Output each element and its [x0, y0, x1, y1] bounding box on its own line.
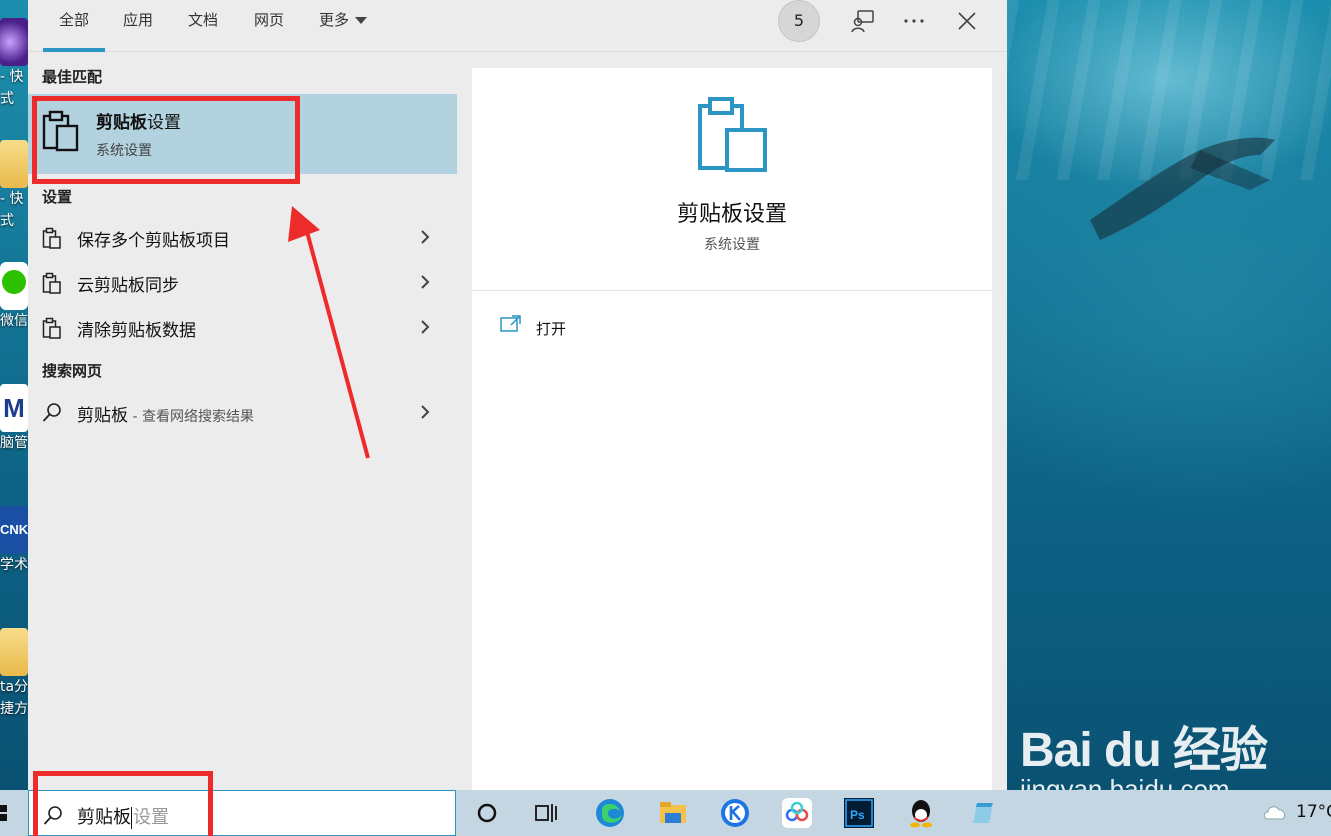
desktop-shortcut-label: 脑管	[0, 435, 28, 451]
notepad-icon[interactable]	[967, 797, 999, 829]
result-item-cloud-sync[interactable]: 云剪贴板同步	[28, 260, 457, 304]
desktop-shortcut-label: - 快	[0, 191, 24, 207]
clipboard-icon	[42, 272, 61, 294]
tab-label: 更多	[319, 11, 350, 29]
wechat-icon	[0, 262, 28, 310]
search-tabs: 全部 应用 文档 网页 更多 5	[28, 0, 1007, 52]
task-view-icon[interactable]	[530, 797, 562, 829]
desktop-shortcut-1[interactable]: - 快 式	[0, 18, 28, 110]
preview-subtitle: 系统设置	[704, 237, 760, 253]
desktop-shortcut-label: 学术	[0, 557, 28, 573]
result-label: 剪贴板 - 查看网络搜索结果	[77, 406, 254, 426]
qq-icon[interactable]	[905, 797, 937, 829]
clipboard-icon	[42, 227, 61, 249]
app-icon	[0, 18, 28, 66]
chevron-right-icon	[421, 405, 430, 419]
k-app-icon[interactable]	[719, 797, 751, 829]
chevron-down-icon	[355, 17, 368, 24]
desktop-shortcut-label: - 快	[0, 69, 24, 85]
tab-all[interactable]: 全部	[43, 0, 105, 52]
feedback-icon[interactable]	[850, 8, 876, 34]
open-action[interactable]: 打开	[536, 318, 566, 339]
more-options-icon[interactable]	[901, 8, 927, 34]
desktop-shortcut-6[interactable]: ta分 捷方	[0, 628, 28, 720]
tab-label: 网页	[254, 11, 285, 29]
desktop-shortcut-label: 式	[0, 91, 14, 107]
preview-title: 剪贴板设置	[676, 202, 787, 227]
tab-label: 文档	[188, 11, 219, 29]
tab-label: 全部	[59, 11, 90, 29]
cortana-icon[interactable]	[471, 797, 503, 829]
annotation-box-search	[33, 771, 213, 836]
tab-web[interactable]: 网页	[254, 0, 284, 52]
weather-temperature[interactable]: 17°C	[1296, 802, 1331, 822]
desktop-shortcut-label: 微信	[0, 313, 28, 329]
result-label: 云剪贴板同步	[77, 276, 179, 296]
tab-documents[interactable]: 文档	[188, 0, 218, 52]
settings-heading: 设置	[42, 188, 73, 206]
desktop-shortcut-2[interactable]: - 快 式	[0, 140, 28, 232]
tab-more[interactable]: 更多	[319, 0, 368, 52]
open-icon	[500, 315, 521, 332]
desktop-shortcut-label: ta分	[0, 679, 28, 695]
result-label: 保存多个剪贴板项目	[77, 231, 230, 251]
cloud-weather-icon[interactable]	[1262, 801, 1288, 823]
result-label: 清除剪贴板数据	[77, 321, 196, 341]
svg-text:Ps: Ps	[850, 808, 865, 822]
badge-count: 5	[793, 11, 805, 30]
desktop-icons: - 快 式 - 快 式 微信 M 脑管 CNK 学术 ta分 捷方	[0, 0, 28, 790]
rewards-badge[interactable]: 5	[778, 0, 820, 42]
wallpaper-diver	[1090, 137, 1275, 240]
tab-label: 应用	[123, 11, 154, 29]
desktop-shortcut-4[interactable]: M 脑管	[0, 384, 28, 454]
close-icon[interactable]	[954, 8, 980, 34]
desktop-shortcut-label: 捷方	[0, 701, 28, 717]
chevron-right-icon	[421, 230, 430, 244]
cnki-icon: CNK	[0, 506, 28, 554]
clipboard-icon	[698, 97, 767, 172]
preview-pane: 剪贴板设置 系统设置 打开	[472, 68, 992, 790]
m-app-icon: M	[0, 384, 28, 432]
baidu-netdisk-icon[interactable]	[781, 797, 813, 829]
web-search-heading: 搜索网页	[42, 362, 103, 380]
desktop-shortcut-wechat[interactable]: 微信	[0, 262, 28, 332]
desktop-shortcut-cnki[interactable]: CNK 学术	[0, 506, 28, 576]
file-explorer-icon[interactable]	[657, 797, 689, 829]
result-item-clear-data[interactable]: 清除剪贴板数据	[28, 305, 457, 349]
folder-icon	[0, 628, 28, 676]
edge-icon[interactable]	[594, 797, 626, 829]
annotation-arrow	[288, 206, 370, 459]
photoshop-icon[interactable]: Ps	[843, 797, 875, 829]
tab-apps[interactable]: 应用	[123, 0, 153, 52]
clipboard-icon	[42, 317, 61, 339]
search-icon	[42, 403, 61, 422]
desktop-shortcut-label: 式	[0, 213, 14, 229]
result-item-save-multiple[interactable]: 保存多个剪贴板项目	[28, 215, 457, 259]
result-item-web-search[interactable]: 剪贴板 - 查看网络搜索结果	[28, 390, 457, 434]
folder-icon	[0, 140, 28, 188]
annotation-box-best-match	[32, 96, 300, 184]
best-match-heading: 最佳匹配	[42, 68, 103, 86]
chevron-right-icon	[421, 275, 430, 289]
chevron-right-icon	[421, 320, 430, 334]
windows-start-icon[interactable]	[0, 804, 12, 822]
watermark-brand: Bai du 经验	[1020, 724, 1268, 777]
divider	[472, 290, 992, 291]
